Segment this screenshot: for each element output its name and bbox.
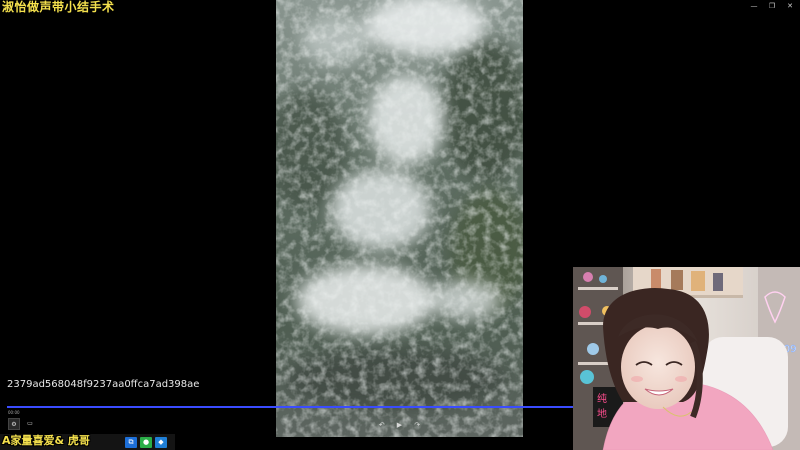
progress-fill <box>7 406 573 408</box>
play-icon[interactable]: ▶ <box>397 421 402 429</box>
wechat-icon[interactable]: ● <box>140 437 152 448</box>
window-controls: — ❐ ✕ <box>750 0 794 12</box>
time-readout: 00:00 <box>8 410 20 415</box>
video-control-bar: ↶ ▶ ↷ <box>276 421 523 429</box>
stream-title-overlay: 淑怡做声带小结手术 <box>2 0 115 14</box>
forward-icon[interactable]: ↷ <box>414 421 420 429</box>
foamy-water-video-content <box>276 0 523 437</box>
restore-icon[interactable]: ❐ <box>768 1 776 11</box>
screen: 淑怡做声带小结手术 — ❐ ✕ ↶ ▶ ↷ 2379ad568048f9237a… <box>0 0 800 450</box>
video-hash-id: 2379ad568048f9237aa0ffca7ad398ae <box>7 379 200 390</box>
windows-icon[interactable]: ⧉ <box>125 437 137 448</box>
close-icon[interactable]: ✕ <box>786 1 794 11</box>
video-frame[interactable]: ↶ ▶ ↷ <box>276 0 523 437</box>
webcam-feed: 2909 纯 地 <box>573 267 800 450</box>
app-blue-icon[interactable]: ◆ <box>155 437 167 448</box>
player-control-row: ⚙ ▭ <box>8 418 36 430</box>
sign-text: 纯 <box>597 392 607 405</box>
streamer-webcam-image: 2909 纯 地 <box>573 267 800 450</box>
svg-text:地: 地 <box>597 407 607 420</box>
rewind-icon[interactable]: ↶ <box>379 421 385 429</box>
minimize-icon[interactable]: — <box>750 1 758 11</box>
bottom-caption-overlay: A家量喜爱& 虎哥 <box>2 434 90 447</box>
gear-icon[interactable]: ⚙ <box>8 418 20 430</box>
caption-icon[interactable]: ▭ <box>24 418 36 430</box>
progress-bar[interactable] <box>7 406 573 408</box>
